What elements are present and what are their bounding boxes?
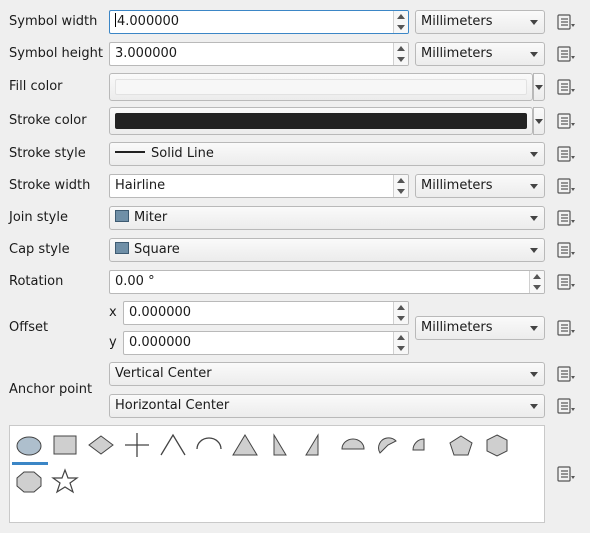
semicircle-icon[interactable] xyxy=(336,429,370,463)
data-defined-override-icon[interactable] xyxy=(555,145,577,163)
stroke-width-value: Hairline xyxy=(115,178,166,193)
symbol-width-input[interactable]: 4.000000 xyxy=(109,10,409,34)
offset-x-value: 0.000000 xyxy=(129,305,192,320)
symbol-width-label: Symbol width xyxy=(9,14,98,29)
anchor-horizontal-select[interactable]: Horizontal Center xyxy=(109,394,545,418)
offset-x-spinner[interactable] xyxy=(393,302,408,324)
pentagon-icon[interactable] xyxy=(444,429,478,463)
height-unit-value: Millimeters xyxy=(421,46,493,61)
data-defined-override-icon[interactable] xyxy=(555,365,577,383)
anchor-vertical-value: Vertical Center xyxy=(115,366,212,381)
cross-icon[interactable] xyxy=(120,429,154,463)
chevron-down-icon xyxy=(530,184,538,189)
chevron-down-icon xyxy=(530,20,538,25)
data-defined-override-icon[interactable] xyxy=(555,177,577,195)
hexagon-icon[interactable] xyxy=(480,429,514,463)
stroke-style-value: Solid Line xyxy=(151,146,214,161)
symbol-height-label: Symbol height xyxy=(9,46,103,61)
diamond-icon[interactable] xyxy=(84,429,118,463)
chevron-down-icon xyxy=(530,216,538,221)
chevron-down-icon xyxy=(530,372,538,377)
offset-unit-value: Millimeters xyxy=(421,320,493,335)
left-half-triangle-icon[interactable] xyxy=(296,429,330,463)
chevron-down-icon xyxy=(530,52,538,57)
offset-y-spinner[interactable] xyxy=(393,332,408,354)
data-defined-override-icon[interactable] xyxy=(555,241,577,259)
data-defined-override-icon[interactable] xyxy=(555,465,577,483)
rotation-value: 0.00 ° xyxy=(115,274,155,289)
anchor-vertical-select[interactable]: Vertical Center xyxy=(109,362,545,386)
cap-style-select[interactable]: Square xyxy=(109,238,545,262)
data-defined-override-icon[interactable] xyxy=(555,45,577,63)
shape-selector[interactable] xyxy=(9,425,545,523)
join-style-label: Join style xyxy=(9,210,68,225)
text-cursor xyxy=(115,13,116,27)
data-defined-override-icon[interactable] xyxy=(555,209,577,227)
height-unit-select[interactable]: Millimeters xyxy=(415,42,545,66)
chevron-down-icon xyxy=(530,248,538,253)
join-style-select[interactable]: Miter xyxy=(109,206,545,230)
data-defined-override-icon[interactable] xyxy=(555,273,577,291)
triangle-icon[interactable] xyxy=(228,429,262,463)
chevron-down-icon xyxy=(530,404,538,409)
offset-y-label: y xyxy=(109,335,117,350)
stroke-unit-value: Millimeters xyxy=(421,178,493,193)
octagon-icon[interactable] xyxy=(12,465,46,499)
rotation-input[interactable]: 0.00 ° xyxy=(109,270,545,294)
offset-y-input[interactable]: 0.000000 xyxy=(123,331,409,355)
cap-style-label: Cap style xyxy=(9,242,70,257)
cap-style-value: Square xyxy=(134,242,180,257)
offset-unit-select[interactable]: Millimeters xyxy=(415,316,545,340)
solid-line-icon xyxy=(115,151,145,153)
stroke-style-select[interactable]: Solid Line xyxy=(109,142,545,166)
miter-join-icon xyxy=(115,210,129,222)
data-defined-override-icon[interactable] xyxy=(555,13,577,31)
chevron-down-icon xyxy=(530,326,538,331)
symbol-width-value: 4.000000 xyxy=(117,14,180,29)
fill-color-label: Fill color xyxy=(9,79,63,94)
join-style-value: Miter xyxy=(134,210,168,225)
data-defined-override-icon[interactable] xyxy=(555,397,577,415)
symbol-width-spinner[interactable] xyxy=(393,11,408,33)
offset-label: Offset xyxy=(9,320,49,335)
data-defined-override-icon[interactable] xyxy=(555,112,577,130)
data-defined-override-icon[interactable] xyxy=(555,78,577,96)
symbol-height-input[interactable]: 3.000000 xyxy=(109,42,409,66)
stroke-unit-select[interactable]: Millimeters xyxy=(415,174,545,198)
square-cap-icon xyxy=(115,242,129,254)
fill-color-swatch xyxy=(115,79,527,95)
data-defined-override-icon[interactable] xyxy=(555,319,577,337)
offset-x-label: x xyxy=(109,305,117,320)
width-unit-select[interactable]: Millimeters xyxy=(415,10,545,34)
anchor-horizontal-value: Horizontal Center xyxy=(115,398,230,413)
third-circle-icon[interactable] xyxy=(368,429,402,463)
ellipse-icon[interactable] xyxy=(12,429,48,465)
fill-color-button[interactable] xyxy=(109,73,533,101)
stroke-color-button[interactable] xyxy=(109,107,533,135)
quarter-circle-icon[interactable] xyxy=(402,429,436,463)
rectangle-icon[interactable] xyxy=(48,429,82,463)
symbol-height-value: 3.000000 xyxy=(115,46,178,61)
fill-color-menu-button[interactable] xyxy=(533,73,545,101)
arc-icon[interactable] xyxy=(192,429,226,463)
stroke-color-swatch xyxy=(115,113,527,129)
stroke-color-menu-button[interactable] xyxy=(533,107,545,135)
star-icon[interactable] xyxy=(48,465,82,499)
stroke-width-spinner[interactable] xyxy=(393,175,408,197)
width-unit-value: Millimeters xyxy=(421,14,493,29)
stroke-color-label: Stroke color xyxy=(9,113,87,128)
stroke-width-label: Stroke width xyxy=(9,178,91,193)
offset-y-value: 0.000000 xyxy=(129,335,192,350)
chevron-down-icon xyxy=(530,152,538,157)
rotation-spinner[interactable] xyxy=(529,271,544,293)
triangle-outline-icon[interactable] xyxy=(156,429,190,463)
anchor-point-label: Anchor point xyxy=(9,382,93,397)
rotation-label: Rotation xyxy=(9,274,64,289)
offset-x-input[interactable]: 0.000000 xyxy=(123,301,409,325)
stroke-width-input[interactable]: Hairline xyxy=(109,174,409,198)
right-half-triangle-icon[interactable] xyxy=(264,429,298,463)
symbol-height-spinner[interactable] xyxy=(393,43,408,65)
stroke-style-label: Stroke style xyxy=(9,146,86,161)
